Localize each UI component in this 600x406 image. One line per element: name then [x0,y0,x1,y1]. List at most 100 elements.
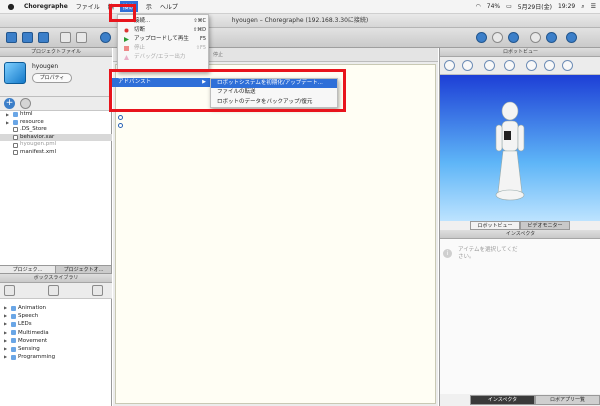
file-name: resource [20,118,44,125]
box-category-label: Sensing [18,345,40,352]
file-item-selected[interactable]: behavior.xar [0,133,112,142]
box-category[interactable]: ▶ Animation [0,304,112,312]
menu-file[interactable]: ファイル [76,2,100,11]
new-file-icon[interactable] [6,32,17,43]
expand-triangle-icon[interactable]: ▶ [4,353,9,361]
apple-icon[interactable]: ● [6,2,16,11]
file-icon [13,150,18,156]
help-icon[interactable] [566,32,577,43]
expand-triangle-icon[interactable]: ▶ [6,111,11,119]
add-file-button[interactable]: + [4,98,15,109]
box-category[interactable]: ▶ Speech [0,312,112,320]
menu-item-upload-play[interactable]: アップロードして再生 F5 [118,35,210,44]
inspector-header: インスペクタ [440,230,600,239]
folder-icon [11,313,16,319]
disconnect-icon [124,28,129,33]
date-label[interactable]: 5月29日(金) [518,2,552,11]
stop-label[interactable]: 停止 [213,52,223,58]
input-port-icon[interactable] [118,115,123,120]
undo-icon[interactable] [60,32,71,43]
time-label[interactable]: 19:29 [558,3,575,10]
folder-icon [11,346,16,352]
folder-open-icon[interactable] [4,285,15,296]
open-file-icon[interactable] [22,32,33,43]
window-title: hyougen – Choregraphe (192.168.3.30に接続) [0,14,600,28]
filter-icon[interactable] [48,285,59,296]
shortcut-label: ⇧⌘C [193,18,206,24]
connect-menu-dropdown: 接続... ⇧⌘C 切断 ⇧⌘D アップロードして再生 F5 停止 ⇧F5 デバッグ/エ… [117,14,209,72]
file-item[interactable]: ▶ html [0,111,112,119]
file-item[interactable]: .DS_Store [0,126,112,134]
pan-icon[interactable] [504,60,515,71]
menu-bar: ● Choregraphe ファイル 編 接続 示 ヘルプ ◠ 74% ▭ 5月… [0,0,600,14]
folder-icon [11,330,16,336]
reset-view-icon[interactable] [562,60,573,71]
zoom-icon[interactable] [526,60,537,71]
folder-icon [11,354,16,360]
expand-triangle-icon[interactable]: ▶ [4,337,9,345]
box-category[interactable]: ▶ Movement [0,337,112,345]
expand-triangle-icon[interactable]: ▶ [4,312,9,320]
folder-icon [11,338,16,344]
project-cube-icon [4,62,26,84]
box-category[interactable]: ▶ LEDs [0,320,112,328]
menu-item-label: デバッグ/エラー出力 [134,54,186,60]
file-name: hyougen.pml [20,141,57,148]
right-pane: ロボットビュー ロボットビュー ビデオモニター インスペクタ i アイテムを選択… [439,48,600,406]
heart-icon[interactable] [530,32,541,43]
properties-button[interactable]: プロパティ [32,73,72,83]
expand-triangle-icon[interactable]: ▶ [4,345,9,353]
redo-icon[interactable] [76,32,87,43]
file-item[interactable]: ▶ resource [0,119,112,127]
expand-triangle-icon[interactable]: ▶ [4,320,9,328]
tab-video-monitor[interactable]: ビデオモニター [520,221,570,230]
move-icon[interactable] [462,60,473,71]
expand-triangle-icon[interactable]: ▶ [4,329,9,337]
file-item[interactable]: manifest.xml [0,149,112,157]
shortcut-label: ⇧⌘D [192,27,206,33]
robot-3d-view[interactable] [440,75,600,221]
tab-robot-apps[interactable]: ロボアプリ一覧 [535,395,600,405]
info-icon[interactable] [444,60,455,71]
tab-project-files[interactable]: プロジェク... [0,266,56,273]
inspector-message: アイテムを選択してください。 [458,247,518,260]
menu-item-disconnect[interactable]: 切断 ⇧⌘D [118,26,210,35]
menu-item-stop: 停止 ⇧F5 [118,44,210,53]
flow-diagram-canvas[interactable] [115,64,436,404]
camera-icon[interactable] [544,60,555,71]
file-name: behavior.xar [20,133,55,140]
choregraphe-screenshot: ● Choregraphe ファイル 編 接続 示 ヘルプ ◠ 74% ▭ 5月… [0,0,600,406]
expand-triangle-icon[interactable]: ▶ [4,304,9,312]
battery-icon: ▭ [506,3,512,10]
battery-level[interactable]: 74% [487,3,500,10]
tab-inspector[interactable]: インスペクタ [470,395,535,405]
search-icon[interactable]: ⌕ [581,3,584,11]
input-port-icon[interactable] [118,123,123,128]
folder-icon [11,321,16,327]
autonomous-life-icon[interactable] [492,32,503,43]
app-menu[interactable]: Choregraphe [24,3,68,10]
folder-icon [13,112,18,118]
file-item[interactable]: hyougen.pml [0,141,112,149]
tab-robot-view[interactable]: ロボットビュー [470,221,520,230]
expand-triangle-icon[interactable]: ▶ [6,119,11,127]
volume-icon[interactable] [476,32,487,43]
remove-file-button[interactable] [20,98,31,109]
box-category[interactable]: ▶ Multimedia [0,329,112,337]
rotate-icon[interactable] [484,60,495,71]
pepper-robot-icon [495,101,525,201]
menu-help[interactable]: ヘルプ [160,2,178,11]
save-file-icon[interactable] [38,32,49,43]
menu-list-icon[interactable]: ☰ [591,3,596,10]
key-icon[interactable] [92,285,103,296]
box-category[interactable]: ▶ Programming [0,353,112,361]
stop-icon [124,46,129,51]
wifi-icon[interactable]: ◠ [476,3,481,10]
box-category[interactable]: ▶ Sensing [0,345,112,353]
menu-view[interactable]: 示 [146,2,152,11]
box-category-label: Animation [18,305,47,311]
tab-project-objects[interactable]: プロジェクトオ... [56,266,112,273]
settings-icon[interactable] [546,32,557,43]
wake-up-icon[interactable] [508,32,519,43]
connect-icon[interactable] [100,32,111,43]
